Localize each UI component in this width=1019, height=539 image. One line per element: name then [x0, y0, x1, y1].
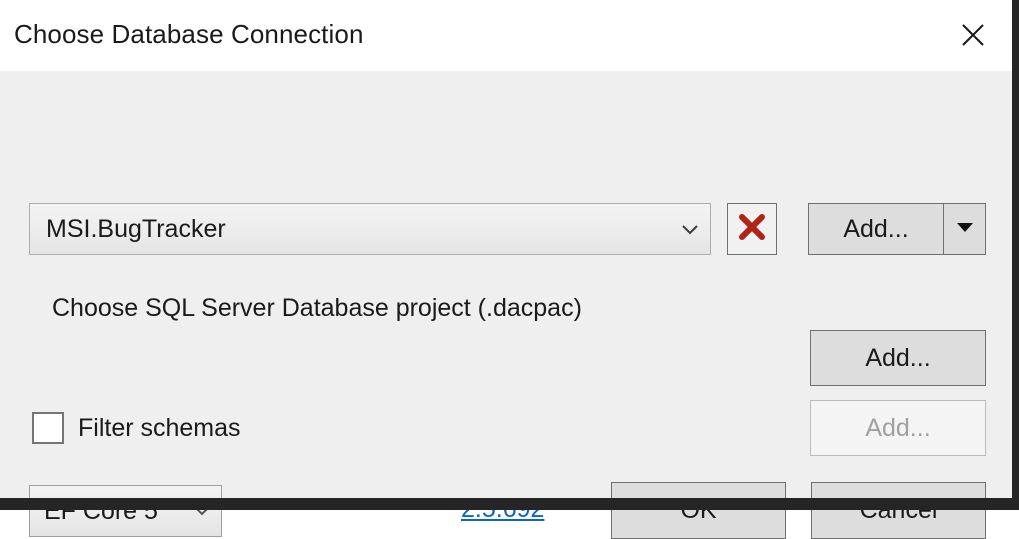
dialog-body: MSI.BugTracker Add... Choose SQL Server …	[0, 71, 1012, 539]
chevron-down-icon	[670, 222, 710, 236]
add-connection-dropdown-button[interactable]	[943, 203, 986, 255]
choose-database-connection-dialog: Choose Database Connection MSI.BugTracke…	[0, 0, 1019, 539]
filter-schemas-row[interactable]: Filter schemas	[32, 409, 241, 447]
cancel-button[interactable]: Cancel	[811, 482, 986, 539]
connection-combobox[interactable]: MSI.BugTracker	[29, 203, 711, 255]
connection-combobox-value: MSI.BugTracker	[46, 214, 226, 243]
add-dacpac-button[interactable]: Add...	[810, 330, 986, 386]
close-icon	[960, 22, 986, 48]
ef-version-combobox[interactable]: EF Core 5	[29, 485, 222, 537]
add-connection-button[interactable]: Add...	[808, 203, 943, 255]
window-edge-right	[1012, 0, 1019, 510]
ok-button[interactable]: OK	[611, 482, 786, 539]
dacpac-description-label: Choose SQL Server Database project (.dac…	[52, 294, 582, 322]
close-button[interactable]	[950, 12, 996, 58]
add-secondary-button: Add...	[810, 400, 986, 456]
window-edge-bottom	[0, 498, 1012, 510]
page-title: Choose Database Connection	[14, 19, 364, 49]
add-connection-split-button: Add...	[808, 203, 986, 255]
filter-schemas-checkbox[interactable]	[32, 412, 64, 444]
delete-connection-button[interactable]	[727, 203, 777, 255]
red-x-icon	[737, 212, 767, 247]
filter-schemas-label: Filter schemas	[78, 413, 241, 442]
caret-down-icon	[956, 220, 974, 238]
title-bar: Choose Database Connection	[0, 0, 1012, 71]
